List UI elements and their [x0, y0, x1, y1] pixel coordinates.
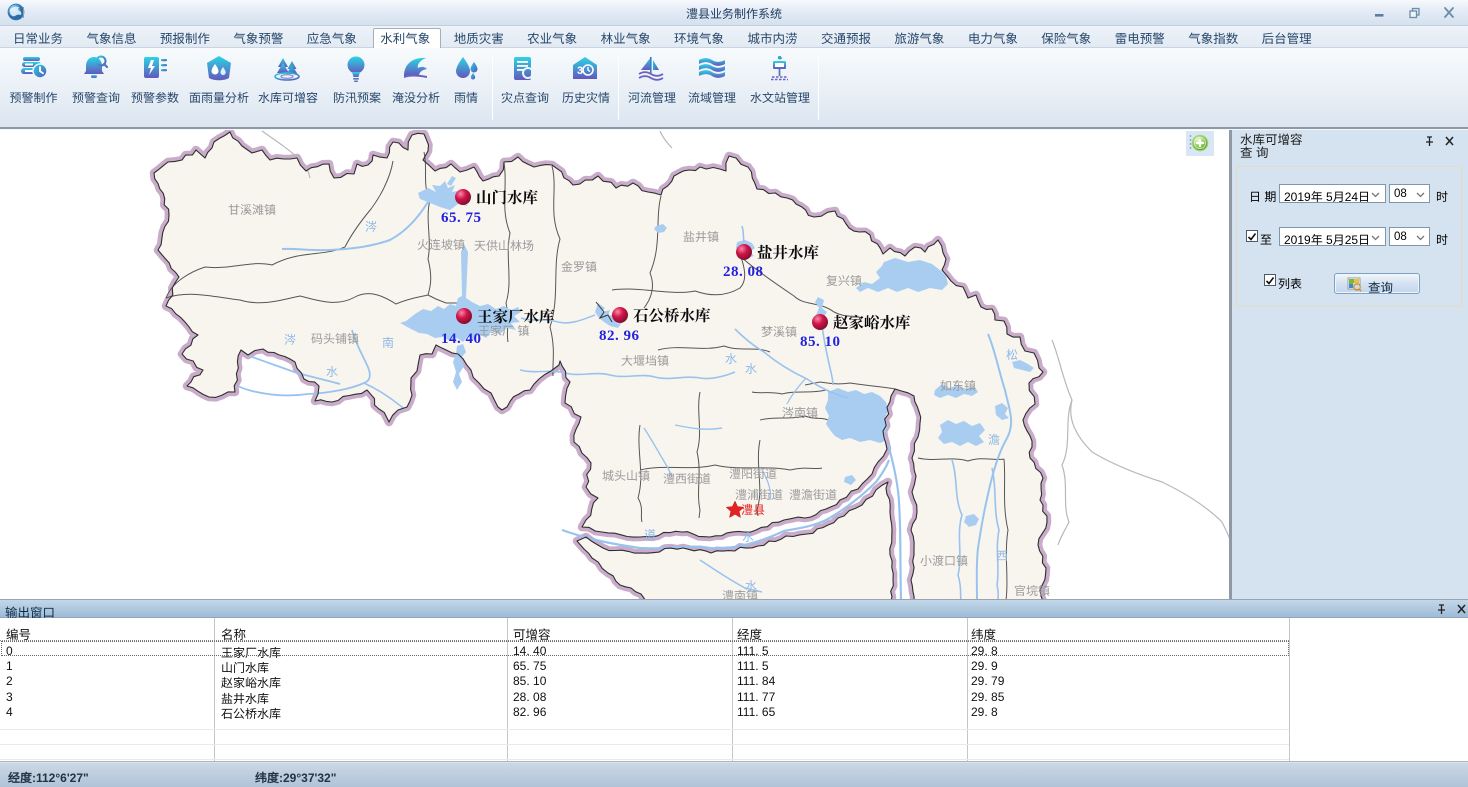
svg-text:石公桥水库: 石公桥水库	[633, 304, 711, 326]
svg-text:复兴镇: 复兴镇	[826, 274, 862, 288]
svg-text:道: 道	[644, 528, 656, 542]
svg-text:盐井镇: 盐井镇	[683, 230, 719, 244]
svg-text:码头铺镇: 码头铺镇	[311, 332, 359, 346]
svg-text:涔南镇: 涔南镇	[782, 406, 818, 420]
svg-text:甘溪滩镇: 甘溪滩镇	[228, 203, 276, 217]
svg-text:大堰垱镇: 大堰垱镇	[621, 354, 669, 368]
svg-text:官垸镇: 官垸镇	[1014, 584, 1050, 598]
svg-text:澧西街道: 澧西街道	[663, 472, 711, 486]
svg-text:澹: 澹	[988, 433, 1000, 447]
svg-text:14. 40: 14. 40	[441, 331, 482, 347]
svg-text:澧阳街道: 澧阳街道	[729, 467, 777, 481]
svg-text:涔: 涔	[284, 333, 296, 347]
svg-text:西: 西	[996, 549, 1008, 563]
svg-text:82. 96: 82. 96	[599, 328, 640, 344]
svg-text:涔: 涔	[365, 220, 377, 234]
svg-text:65. 75: 65. 75	[441, 210, 482, 226]
svg-text:山门水库: 山门水库	[476, 186, 539, 208]
svg-text:南: 南	[382, 336, 394, 350]
svg-text:澧浦街道: 澧浦街道	[735, 488, 783, 502]
svg-text:金罗镇: 金罗镇	[561, 260, 597, 274]
svg-text:梦溪镇: 梦溪镇	[761, 325, 797, 339]
svg-text:天供山林场: 天供山林场	[474, 239, 534, 253]
svg-text:小渡口镇: 小渡口镇	[920, 554, 968, 568]
svg-text:水: 水	[725, 352, 737, 366]
svg-text:城头山镇: 城头山镇	[602, 469, 650, 483]
svg-text:澧澹街道: 澧澹街道	[789, 488, 837, 502]
svg-text:水: 水	[745, 579, 757, 593]
svg-text:盐井水库: 盐井水库	[757, 241, 820, 263]
svg-text:水: 水	[326, 365, 338, 379]
svg-text:如东镇: 如东镇	[940, 379, 976, 393]
svg-text:王家厂水库: 王家厂水库	[477, 305, 555, 327]
svg-text:水: 水	[742, 530, 754, 544]
svg-text:水: 水	[745, 362, 757, 376]
svg-text:28. 08: 28. 08	[723, 264, 764, 280]
svg-text:松: 松	[1006, 348, 1018, 362]
svg-text:3: 3	[577, 65, 583, 77]
svg-text:赵家峪水库: 赵家峪水库	[833, 311, 911, 333]
svg-text:85. 10: 85. 10	[800, 334, 841, 350]
svg-text:火连坡镇: 火连坡镇	[417, 238, 465, 252]
svg-text:澧县: 澧县	[741, 503, 765, 517]
